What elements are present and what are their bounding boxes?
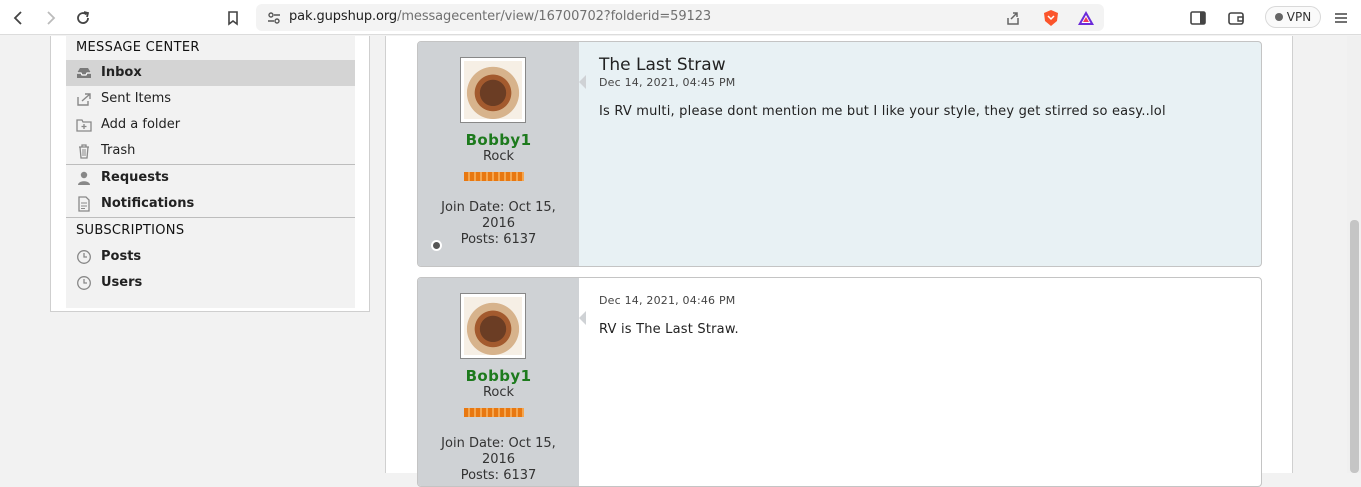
bookmark-icon[interactable] (223, 8, 243, 28)
user-info-panel: Bobby1 Rock Join Date: Oct 15, 2016 Post… (418, 278, 579, 486)
post-body: Dec 14, 2021, 04:46 PM RV is The Last St… (579, 278, 1261, 486)
vpn-button[interactable]: VPN (1265, 6, 1321, 28)
user-rank: Rock (482, 385, 515, 400)
message-post: Bobby1 Rock Join Date: Oct 15, 2016 Post… (417, 277, 1262, 487)
subscriptions-title: SUBSCRIPTIONS (76, 223, 185, 238)
post-body: The Last Straw Dec 14, 2021, 04:45 PM Is… (579, 42, 1261, 266)
message-center-title: MESSAGE CENTER (76, 40, 200, 55)
sidebar-item-label: Requests (101, 170, 169, 185)
message-thread: Bobby1 Rock Join Date: Oct 15, 2016 Post… (385, 36, 1293, 487)
sidebar-item-label: Add a folder (101, 117, 181, 132)
url-text[interactable]: pak.gupshup.org/messagecenter/view/16700… (289, 9, 711, 24)
post-text: RV is The Last Straw. (599, 322, 739, 337)
sidebar-toggle-icon[interactable] (1188, 8, 1208, 28)
menu-icon[interactable] (1331, 8, 1351, 28)
reload-icon[interactable] (73, 8, 93, 28)
menu-padding (66, 296, 355, 308)
sidebar-item-label: Sent Items (101, 91, 172, 106)
add-folder-icon (76, 117, 92, 133)
message-post: Bobby1 Rock Join Date: Oct 15, 2016 Post… (417, 41, 1262, 267)
sidebar-item-posts[interactable]: Posts (66, 244, 355, 270)
sidebar-item-label: Inbox (101, 65, 142, 80)
sent-icon (76, 91, 92, 107)
sidebar-item-notifications[interactable]: Notifications (66, 191, 355, 217)
user-info-panel: Bobby1 Rock Join Date: Oct 15, 2016 Post… (418, 42, 579, 266)
vpn-status-icon (1274, 13, 1283, 21)
address-bar[interactable]: pak.gupshup.org/messagecenter/view/16700… (256, 4, 1104, 31)
sidebar-item-add-folder[interactable]: Add a folder (66, 112, 355, 138)
sidebar-item-label: Users (101, 275, 143, 290)
user-icon (76, 170, 92, 186)
brave-shield-icon[interactable] (1041, 8, 1061, 28)
message-center-menu: MESSAGE CENTER Inbox Sent Items Add a fo… (66, 36, 355, 308)
avatar[interactable] (460, 293, 526, 359)
avatar-image (464, 61, 522, 119)
sidebar-item-inbox[interactable]: Inbox (66, 60, 355, 86)
clock-icon (76, 249, 92, 265)
share-icon[interactable] (1003, 8, 1023, 28)
join-date: Join Date: Oct 15, 2016 (441, 436, 556, 467)
vpn-label: VPN (1286, 10, 1312, 24)
sidebar-item-requests[interactable]: Requests (66, 165, 355, 191)
sidebar-item-users[interactable]: Users (66, 270, 355, 296)
sidebar-item-sent-items[interactable]: Sent Items (66, 86, 355, 112)
clock-icon (76, 275, 92, 291)
url-host: pak.gupshup.org (289, 9, 398, 24)
wallet-icon[interactable] (1226, 8, 1246, 28)
username-link[interactable]: Bobby1 (418, 367, 579, 385)
inbox-icon (76, 65, 92, 81)
site-settings-icon[interactable] (264, 8, 284, 28)
reputation-bar (464, 408, 524, 417)
post-count: Posts: 6137 (460, 468, 537, 483)
user-rank: Rock (482, 149, 515, 164)
join-date: Join Date: Oct 15, 2016 (441, 200, 556, 231)
scrollbar-thumb[interactable] (1350, 220, 1359, 473)
page-scrollbar[interactable] (1347, 36, 1361, 473)
document-icon (76, 196, 92, 212)
back-icon[interactable] (9, 8, 29, 28)
reputation-bar (464, 172, 524, 181)
avatar[interactable] (460, 57, 526, 123)
browser-toolbar: pak.gupshup.org/messagecenter/view/16700… (0, 0, 1361, 35)
message-center-panel: MESSAGE CENTER Inbox Sent Items Add a fo… (50, 36, 370, 312)
username-link[interactable]: Bobby1 (418, 131, 579, 149)
post-count: Posts: 6137 (460, 232, 537, 247)
post-date: Dec 14, 2021, 04:46 PM (599, 294, 736, 307)
forward-icon[interactable] (40, 8, 60, 28)
brave-rewards-icon[interactable] (1076, 8, 1096, 28)
sidebar-item-label: Trash (101, 143, 136, 158)
sidebar-item-label: Notifications (101, 196, 195, 211)
sidebar-item-trash[interactable]: Trash (66, 138, 355, 164)
post-text: Is RV multi, please dont mention me but … (599, 104, 1166, 119)
post-date: Dec 14, 2021, 04:45 PM (599, 76, 736, 89)
online-status-icon (431, 240, 442, 251)
url-path: /messagecenter/view/16700702?folderid=59… (397, 9, 712, 24)
trash-icon (76, 143, 92, 159)
post-title: The Last Straw (599, 55, 726, 75)
avatar-image (464, 297, 522, 355)
sidebar-item-label: Posts (101, 249, 142, 264)
